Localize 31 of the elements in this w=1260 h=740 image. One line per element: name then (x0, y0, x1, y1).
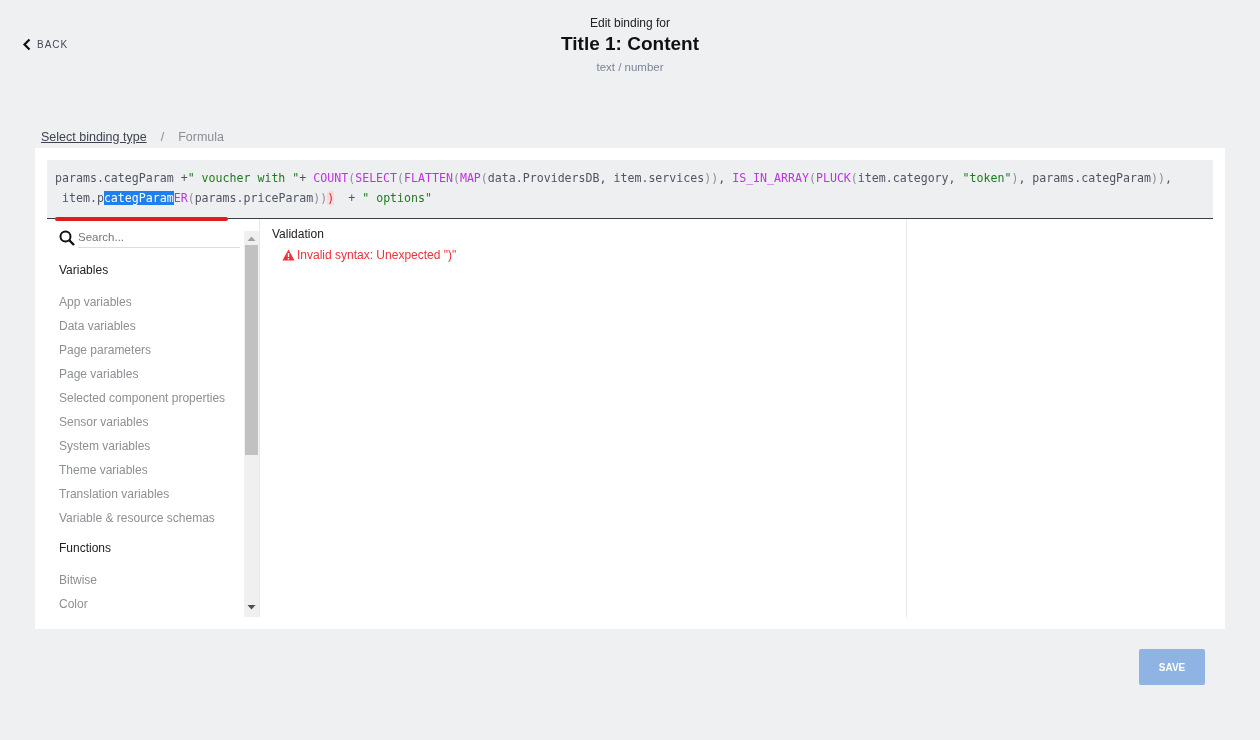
dialog-subtitle: Edit binding for (589, 16, 671, 30)
scrollbar-thumb[interactable] (245, 245, 258, 455)
code-line: params.categParam +" voucher with "+ COUNT(SELECT(FLATTEN(MAP(data.ProvidersDB, item.services)), IS_IN_ARRAY(PLUCK(item.category, "token"), params.categParam)), (55, 170, 1173, 187)
section-header: Variables (59, 262, 110, 279)
sidebar-item[interactable]: Translation variables (59, 482, 244, 506)
sidebar-item[interactable]: Page variables (59, 362, 244, 386)
search-icon (59, 229, 75, 246)
section-header: Functions (59, 540, 113, 557)
sidebar-item[interactable]: Bitwise (59, 568, 244, 592)
dialog-title: Title 1: Content (561, 33, 699, 55)
binding-type-label: text / number (596, 61, 664, 73)
sidebar-item[interactable]: Theme variables (59, 458, 244, 482)
scroll-down-icon[interactable] (247, 603, 256, 611)
sidebar-item[interactable]: Data variables (59, 314, 244, 338)
sidebar-item[interactable]: Variable & resource schemas (59, 506, 244, 530)
validation-error: Invalid syntax: Unexpected ")" (297, 248, 457, 262)
sidebar-item[interactable]: Sensor variables (59, 410, 244, 434)
sidebar-item[interactable]: Color (59, 592, 244, 616)
sidebar-item[interactable]: App variables (59, 290, 244, 314)
chevron-left-icon (22, 38, 31, 51)
sidebar-item[interactable]: Page parameters (59, 338, 244, 362)
back-button[interactable]: BACK (20, 36, 71, 53)
validation-title: Validation (272, 227, 325, 241)
warning-icon (282, 249, 295, 261)
formula-editor[interactable] (47, 160, 1213, 219)
scrollbar[interactable] (244, 231, 259, 617)
sidebar-item[interactable]: Selected component properties (59, 386, 244, 410)
breadcrumb-current: Formula (178, 130, 224, 140)
sidebar-item[interactable]: System variables (59, 434, 244, 458)
breadcrumb-separator: / (160, 130, 165, 140)
scroll-up-icon[interactable] (247, 235, 256, 243)
